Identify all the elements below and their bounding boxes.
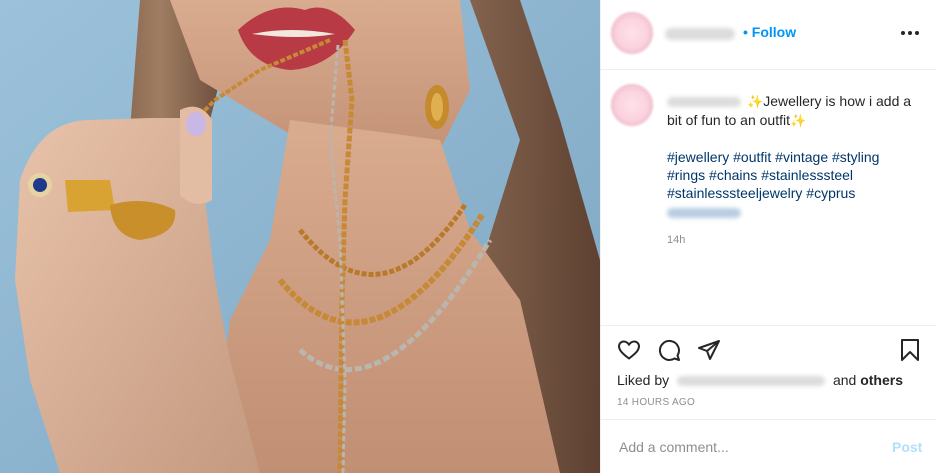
follow-label: Follow: [751, 24, 797, 40]
liker-username-blurred[interactable]: [677, 376, 826, 387]
post-photo[interactable]: [0, 0, 600, 473]
hashtag-styling[interactable]: #styling: [832, 149, 879, 165]
sparkle-star-icon: ✨: [789, 113, 807, 128]
sparkle-star-icon: ✨: [747, 94, 764, 109]
bookmark-icon[interactable]: [898, 338, 922, 362]
caption-author-blurred[interactable]: [667, 97, 741, 108]
hashtag-cyprus[interactable]: #cyprus: [806, 185, 855, 201]
hashtag-jewellery[interactable]: #jewellery: [667, 149, 729, 165]
follow-button[interactable]: • Follow: [743, 24, 796, 40]
others-link[interactable]: others: [860, 372, 903, 388]
post-timestamp[interactable]: 14 HOURS AGO: [617, 397, 695, 408]
liked-by-label: Liked by: [617, 372, 670, 388]
caption: ✨Jewellery is how i add a bit of fun to …: [667, 92, 917, 218]
more-horizontal-icon[interactable]: [899, 26, 921, 40]
hashtag-chains[interactable]: #chains: [709, 167, 757, 183]
hashtag-outfit[interactable]: #outfit: [733, 149, 771, 165]
post-header: • Follow: [601, 0, 936, 70]
comment-composer: Post: [601, 419, 936, 473]
hashtag-vintage[interactable]: #vintage: [775, 149, 828, 165]
caption-author-avatar[interactable]: [609, 82, 655, 128]
hashtag-stainlesssteel[interactable]: #stainlesssteel: [761, 167, 853, 183]
hashtag-rings[interactable]: #rings: [667, 167, 705, 183]
post-image: [0, 0, 600, 473]
author-username-blurred[interactable]: [665, 28, 735, 40]
hashtag-blurred[interactable]: [667, 208, 741, 218]
comment-input[interactable]: [617, 434, 871, 460]
send-icon[interactable]: [697, 338, 721, 362]
likes-and-label: and: [832, 372, 857, 388]
hashtags: #jewellery #outfit #vintage #styling #ri…: [667, 148, 917, 218]
caption-time: 14h: [667, 234, 686, 246]
author-avatar[interactable]: [609, 10, 655, 56]
post-button[interactable]: Post: [892, 439, 922, 455]
likes-summary: Liked by and others: [617, 372, 903, 388]
heart-icon[interactable]: [617, 338, 641, 362]
instagram-post: • Follow ✨Jewellery is how i add a bit o…: [0, 0, 936, 473]
post-side-panel: • Follow ✨Jewellery is how i add a bit o…: [600, 0, 936, 473]
hashtag-stainlesssteeljewelry[interactable]: #stainlesssteeljewelry: [667, 185, 802, 201]
actions-divider: [601, 325, 936, 327]
comment-icon[interactable]: [657, 338, 681, 362]
